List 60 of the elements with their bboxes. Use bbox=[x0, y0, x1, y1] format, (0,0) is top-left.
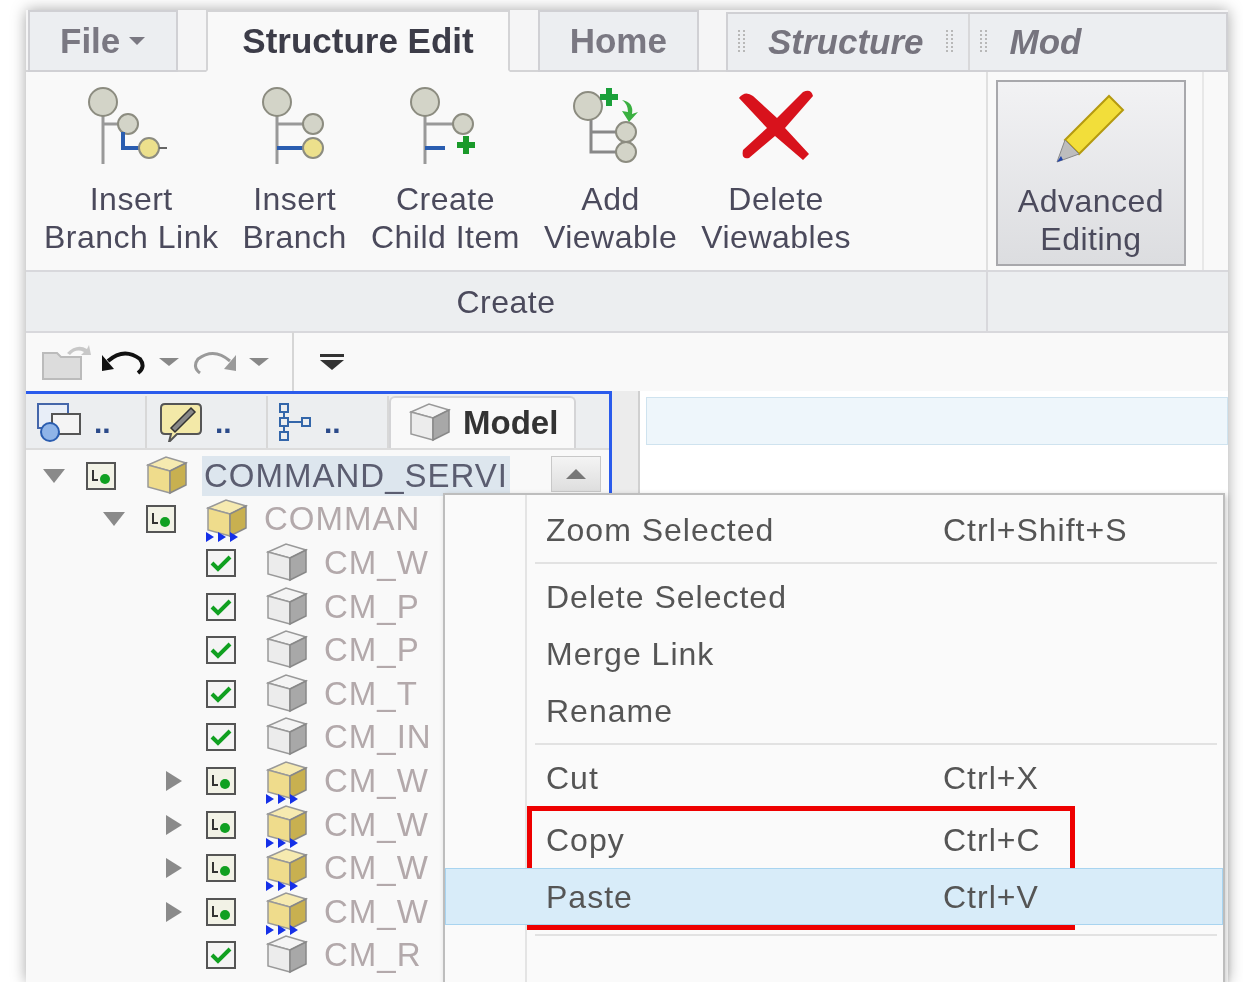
link-status-icon bbox=[206, 810, 236, 839]
ribbon-button[interactable]: Insert Branch Link bbox=[42, 84, 221, 270]
panel-tab[interactable]: .. bbox=[147, 396, 268, 448]
checkbox[interactable] bbox=[206, 679, 236, 708]
toolbar-tab[interactable]: Structure bbox=[767, 15, 924, 69]
link-status-icon bbox=[206, 854, 236, 883]
grip-icon[interactable] bbox=[945, 30, 954, 54]
link-status-icon bbox=[86, 461, 116, 490]
checkbox[interactable] bbox=[206, 636, 236, 665]
menu-item[interactable]: Merge Link bbox=[445, 625, 1223, 682]
ribbon-button[interactable]: Delete Viewables bbox=[699, 84, 853, 270]
check-icon bbox=[210, 641, 232, 660]
menu-item[interactable]: Zoom Selected Ctrl+Shift+S bbox=[445, 501, 1223, 558]
grip-icon[interactable] bbox=[979, 30, 988, 54]
shortcut-label: Ctrl+V bbox=[943, 877, 1039, 917]
linked-cube-icon bbox=[204, 496, 250, 543]
ribbon-tab[interactable]: Structure Edit bbox=[206, 10, 510, 72]
ribbon-button[interactable]: Create Child Item bbox=[368, 84, 522, 270]
ribbon-button[interactable]: Advanced Editing bbox=[996, 80, 1186, 266]
ribbon-tab[interactable]: Home bbox=[537, 10, 699, 72]
group-label: Create bbox=[456, 282, 556, 322]
link-status-icon bbox=[206, 897, 236, 926]
scroll-up-button[interactable] bbox=[551, 456, 601, 492]
checkbox[interactable] bbox=[206, 592, 236, 621]
note-pencil-icon bbox=[157, 402, 205, 442]
checkbox[interactable] bbox=[206, 723, 236, 752]
ribbon-button[interactable]: Insert Branch bbox=[240, 84, 349, 270]
check-icon bbox=[210, 597, 232, 616]
overflow-icon bbox=[319, 353, 345, 371]
menu-item[interactable]: Rename bbox=[445, 682, 1223, 739]
tree-item-label[interactable]: COMMAND_SERVI bbox=[202, 455, 510, 496]
caret-icon bbox=[158, 357, 180, 367]
shortcut-label: Ctrl+X bbox=[943, 758, 1039, 798]
link-status-icon bbox=[206, 766, 236, 795]
panel-tab[interactable]: .. bbox=[26, 396, 147, 448]
file-menu-button[interactable]: File bbox=[28, 10, 179, 72]
check-icon bbox=[210, 684, 232, 703]
link-status-icon bbox=[146, 505, 176, 534]
panel-tab[interactable]: Model bbox=[389, 396, 577, 448]
checkbox[interactable] bbox=[206, 941, 236, 970]
checkbox[interactable] bbox=[206, 549, 236, 577]
check-icon bbox=[210, 946, 232, 965]
properties-icon bbox=[36, 402, 84, 442]
menu-item[interactable]: Delete Selected bbox=[445, 568, 1223, 625]
grip-icon[interactable] bbox=[737, 30, 746, 54]
menu-item[interactable]: Cut Ctrl+X bbox=[445, 749, 1223, 806]
check-icon bbox=[210, 554, 232, 572]
check-icon bbox=[210, 728, 232, 747]
shortcut-label: Ctrl+Shift+S bbox=[943, 510, 1128, 550]
menu-item[interactable]: Copy Ctrl+C bbox=[445, 811, 1223, 868]
linked-cube-icon bbox=[264, 845, 310, 892]
toolbar-tab[interactable]: Mod bbox=[1009, 15, 1082, 69]
menu-item[interactable]: Paste Ctrl+V bbox=[445, 868, 1223, 925]
caret-up-icon bbox=[565, 468, 587, 480]
folder-icon bbox=[41, 343, 91, 381]
tree-icon bbox=[278, 402, 314, 442]
caret-icon bbox=[128, 36, 147, 46]
shortcut-label: Ctrl+C bbox=[943, 820, 1041, 860]
caret-icon bbox=[248, 357, 270, 367]
ribbon-button[interactable]: Add Viewable bbox=[541, 84, 680, 270]
